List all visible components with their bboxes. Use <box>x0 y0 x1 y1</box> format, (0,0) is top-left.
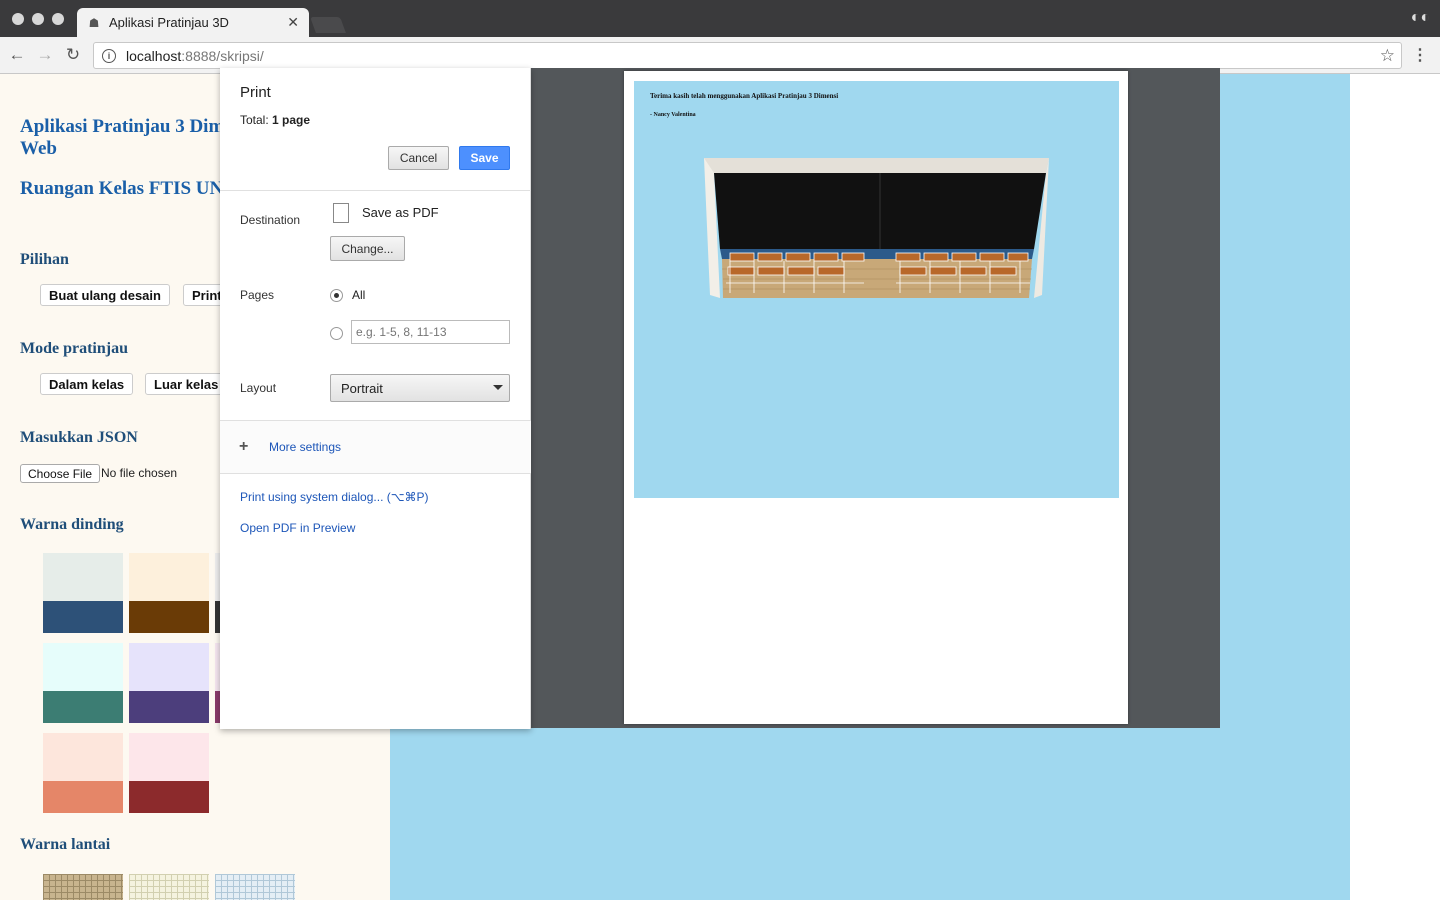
floor-color-swatch[interactable] <box>215 874 295 900</box>
total-label: Total: <box>240 113 269 127</box>
wall-color-swatch[interactable] <box>129 553 209 633</box>
plus-icon: + <box>239 438 249 455</box>
classroom-render <box>704 158 1049 298</box>
print-dialog: Print Total: 1 page Cancel Save Destinat… <box>220 68 531 729</box>
outside-class-button[interactable]: Luar kelas <box>145 373 228 395</box>
section-wall-color: Warna dinding <box>20 516 124 533</box>
dropdown-arrow-icon <box>493 385 503 390</box>
pages-range-input[interactable] <box>351 320 510 344</box>
page-subtitle: Ruangan Kelas FTIS UN <box>20 178 224 199</box>
system-dialog-link[interactable]: Print using system dialog... (⌥⌘P) <box>240 490 429 504</box>
browser-menu-icon[interactable]: ⋮ <box>1412 45 1428 65</box>
url-path: :8888/skripsi/ <box>181 47 264 64</box>
destination-label: Destination <box>240 213 301 227</box>
print-total: Total: 1 page <box>240 113 310 127</box>
address-bar[interactable]: i localhost:8888/skripsi/ ☆ <box>93 42 1402 69</box>
pdf-file-icon <box>333 203 349 223</box>
more-settings-link[interactable]: More settings <box>269 440 341 454</box>
browser-tab[interactable]: ☗ Aplikasi Pratinjau 3D ✕ <box>77 8 309 37</box>
open-pdf-preview-link[interactable]: Open PDF in Preview <box>240 521 355 535</box>
divider <box>220 473 531 474</box>
bookmark-star-icon[interactable]: ☆ <box>1380 46 1395 66</box>
pages-all-label: All <box>352 288 366 302</box>
section-json: Masukkan JSON <box>20 429 138 446</box>
inside-class-button[interactable]: Dalam kelas <box>40 373 134 395</box>
print-dialog-title: Print <box>240 84 271 101</box>
wall-color-swatch[interactable] <box>129 733 209 813</box>
new-tab-button[interactable] <box>310 17 346 33</box>
back-arrow-icon[interactable]: ← <box>6 44 28 66</box>
rebuild-design-button[interactable]: Buat ulang desain <box>40 284 170 306</box>
change-destination-button[interactable]: Change... <box>330 236 405 261</box>
url-host: localhost <box>126 47 182 64</box>
reload-icon[interactable]: ↻ <box>62 44 84 66</box>
maximize-window-button[interactable] <box>52 13 64 25</box>
wall-color-swatch[interactable] <box>43 733 123 813</box>
page-title-line2: Web <box>20 138 57 159</box>
total-value: 1 page <box>272 113 311 127</box>
divider <box>220 190 531 191</box>
wall-color-swatch[interactable] <box>129 643 209 723</box>
section-pilihan: Pilihan <box>20 251 69 268</box>
section-mode: Mode pratinjau <box>20 340 128 357</box>
wall-color-swatch[interactable] <box>43 553 123 633</box>
floor-color-swatch[interactable] <box>129 874 209 900</box>
pages-range-radio[interactable] <box>330 327 343 340</box>
incognito-icon: ◐◐ <box>1410 9 1430 26</box>
browser-titlebar: ☗ Aplikasi Pratinjau 3D ✕ ◐◐ <box>0 0 1440 37</box>
layout-value: Portrait <box>341 380 383 396</box>
minimize-window-button[interactable] <box>32 13 44 25</box>
preview-page: Terima kasih telah menggunakan Aplikasi … <box>624 71 1128 724</box>
destination-value: Save as PDF <box>362 205 439 220</box>
floor-color-swatch[interactable] <box>43 874 123 900</box>
save-button[interactable]: Save <box>459 146 510 170</box>
close-window-button[interactable] <box>12 13 24 25</box>
tab-title: Aplikasi Pratinjau 3D <box>109 15 229 30</box>
pages-all-radio[interactable] <box>330 289 343 302</box>
layout-label: Layout <box>240 381 277 395</box>
forward-arrow-icon[interactable]: → <box>34 44 56 66</box>
tab-close-icon[interactable]: ✕ <box>287 14 299 31</box>
page-title: Aplikasi Pratinjau 3 Dim <box>20 116 225 137</box>
cancel-button[interactable]: Cancel <box>388 146 449 170</box>
pages-label: Pages <box>240 288 275 302</box>
file-status: No file chosen <box>101 466 178 480</box>
choose-file-button[interactable]: Choose File <box>20 464 101 483</box>
info-icon[interactable]: i <box>102 48 116 63</box>
layout-select[interactable]: Portrait <box>330 374 510 402</box>
more-settings-section[interactable]: + More settings <box>220 421 531 473</box>
favicon-icon: ☗ <box>88 15 100 30</box>
preview-render: Terima kasih telah menggunakan Aplikasi … <box>634 81 1119 498</box>
section-floor-color: Warna lantai <box>20 836 111 853</box>
wall-color-swatch[interactable] <box>43 643 123 723</box>
